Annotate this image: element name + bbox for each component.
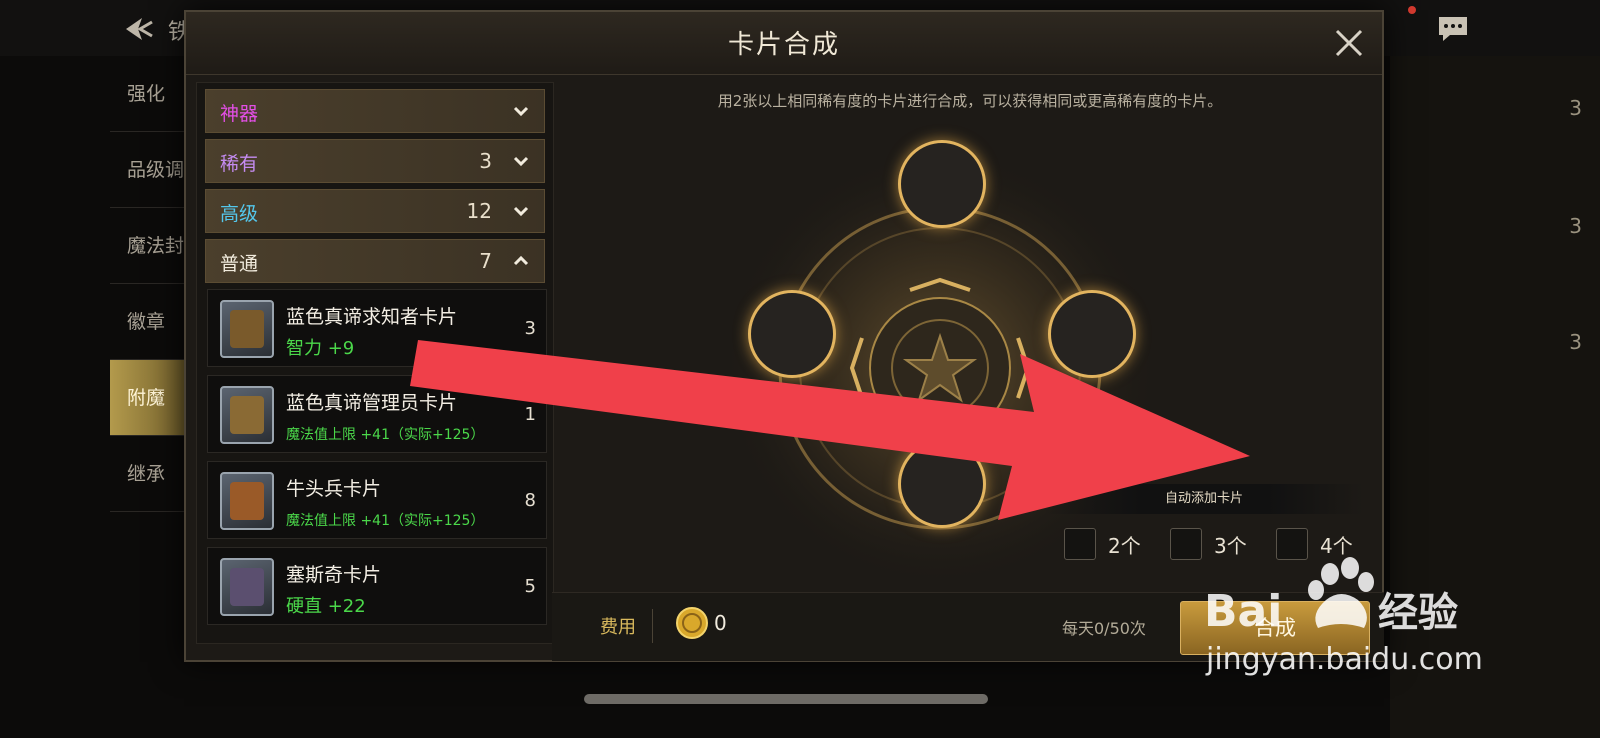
chevron-down-icon	[513, 206, 529, 217]
auto-add-title: 自动添加卡片	[1044, 484, 1364, 514]
card-slot-bottom[interactable]	[898, 440, 986, 528]
synthesis-area: 用2张以上相同稀有度的卡片进行合成，可以获得相同或更高稀有度的卡片。	[562, 76, 1378, 596]
auto-add-2-label: 2个	[1108, 534, 1141, 558]
category-rare[interactable]: 稀有 3	[205, 139, 545, 183]
card-item[interactable]: 蓝色真谛求知者卡片 智力 +9 3	[207, 289, 547, 367]
card-count: 1	[524, 404, 536, 425]
category-advanced[interactable]: 高级 12	[205, 189, 545, 233]
svg-text:经验: 经验	[1378, 590, 1458, 636]
card-name: 蓝色真谛管理员卡片	[286, 392, 458, 414]
chevron-up-icon	[513, 255, 529, 266]
card-stat: 魔法值上限 +41（实际+125）	[286, 513, 485, 529]
dialog-header: 卡片合成	[186, 12, 1382, 75]
card-stat: 智力 +9	[286, 338, 355, 359]
card-count: 5	[524, 576, 536, 597]
card-stat: 魔法值上限 +41（实际+125）	[286, 427, 485, 443]
sidenav-item-seal[interactable]: 魔法封	[110, 208, 190, 284]
sidenav-item-enhance[interactable]: 强化	[110, 56, 190, 132]
card-thumbnail	[220, 472, 274, 530]
card-thumbnail	[220, 558, 274, 616]
cost-divider	[652, 609, 653, 643]
card-thumbnail	[220, 300, 274, 358]
bg-card-count: 3	[1569, 96, 1582, 120]
card-item[interactable]: 牛头兵卡片 魔法值上限 +41（实际+125） 8	[207, 461, 547, 539]
card-slot-right[interactable]	[1048, 290, 1136, 378]
gold-coin-icon	[676, 607, 708, 639]
sidenav-item-inherit[interactable]: 继承	[110, 436, 190, 512]
card-count: 3	[524, 318, 536, 339]
card-item[interactable]: 塞斯奇卡片 硬直 +22 5	[207, 547, 547, 625]
category-label: 神器	[220, 103, 259, 125]
card-stat: 硬直 +22	[286, 596, 366, 617]
cost-value: 0	[714, 611, 727, 635]
close-icon[interactable]	[1332, 26, 1366, 60]
chevron-down-icon	[513, 106, 529, 117]
bg-card-count: 3	[1569, 214, 1582, 238]
card-name: 塞斯奇卡片	[286, 564, 382, 586]
category-common[interactable]: 普通 7	[205, 239, 545, 283]
notification-badge	[1408, 6, 1416, 14]
magic-circle	[712, 140, 1168, 596]
category-artifact[interactable]: 神器	[205, 89, 545, 133]
category-count: 7	[479, 249, 492, 273]
card-name: 牛头兵卡片	[286, 478, 382, 500]
side-nav: 强化 品级调 魔法封 徽章 附魔 继承	[110, 56, 190, 526]
card-name: 蓝色真谛求知者卡片	[286, 306, 458, 328]
watermark-url: jingyan.baidu.com	[1206, 642, 1483, 677]
auto-add-2-checkbox[interactable]	[1064, 528, 1096, 560]
home-indicator[interactable]	[584, 694, 988, 704]
synthesis-hint: 用2张以上相同稀有度的卡片进行合成，可以获得相同或更高稀有度的卡片。	[717, 92, 1223, 110]
category-count: 3	[479, 149, 492, 173]
category-label: 普通	[220, 253, 259, 275]
sidenav-item-grade[interactable]: 品级调	[110, 132, 190, 208]
dialog-title: 卡片合成	[727, 30, 840, 60]
category-label: 稀有	[220, 153, 259, 175]
daily-limit: 每天0/50次	[1062, 619, 1146, 638]
card-thumbnail	[220, 386, 274, 444]
svg-text:Bai: Bai	[1204, 586, 1282, 637]
category-label: 高级	[220, 203, 259, 225]
back-icon[interactable]	[120, 14, 156, 44]
card-category-list[interactable]: 神器 稀有 3 高级 12 普通 7 蓝色真谛求知者卡片 智力 +9 3 蓝色真	[196, 82, 554, 644]
chat-icon[interactable]	[1436, 14, 1470, 44]
sidenav-item-enchant[interactable]: 附魔	[110, 360, 190, 436]
card-item[interactable]: 蓝色真谛管理员卡片 魔法值上限 +41（实际+125） 1	[207, 375, 547, 453]
card-slot-left[interactable]	[748, 290, 836, 378]
card-slot-top[interactable]	[898, 140, 986, 228]
category-count: 12	[466, 199, 492, 223]
sidenav-item-emblem[interactable]: 徽章	[110, 284, 190, 360]
bg-card-count: 3	[1569, 330, 1582, 354]
card-count: 8	[524, 490, 536, 511]
cost-label: 费用	[600, 617, 636, 638]
chevron-down-icon	[513, 156, 529, 167]
